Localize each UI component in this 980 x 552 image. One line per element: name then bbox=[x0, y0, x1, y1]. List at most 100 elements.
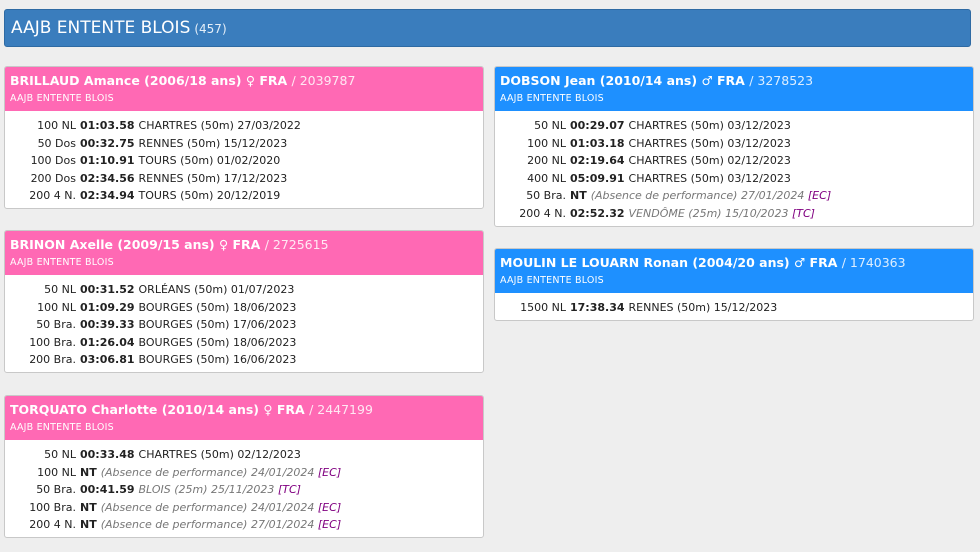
place-date: RENNES (50m) 17/12/2023 bbox=[138, 171, 288, 185]
place-date: CHARTRES (50m) 03/12/2023 bbox=[628, 171, 791, 185]
swimmer-card-header[interactable]: TORQUATO Charlotte (2010/14 ans) ♀ FRA /… bbox=[5, 396, 483, 440]
performance-row: 400 NL 05:09.91 CHARTRES (50m) 03/12/2023 bbox=[495, 170, 973, 188]
event-label: 200 4 N. bbox=[29, 518, 76, 531]
swimmer-count: (457) bbox=[194, 22, 227, 36]
status-tag[interactable]: [TC] bbox=[278, 483, 301, 496]
time-value: 01:03.58 bbox=[80, 119, 135, 132]
event-label: 400 NL bbox=[527, 171, 566, 185]
performance-row: 50 Bra. 00:41.59 BLOIS (25m) 25/11/2023 [T… bbox=[5, 481, 483, 499]
swimmer-card-header[interactable]: BRILLAUD Amance (2006/18 ans) ♀ FRA / 20… bbox=[5, 67, 483, 111]
swimmer-name: BRINON Axelle (2009/15 ans) ♀ FRA bbox=[10, 237, 261, 252]
time-value: 01:10.91 bbox=[80, 154, 135, 167]
performance-list: 50 NL 00:33.48 CHARTRES (50m) 02/12/2023 1… bbox=[5, 440, 483, 534]
performance-row: 200 Bra. 03:06.81 BOURGES (50m) 16/06/2023 bbox=[5, 351, 483, 369]
swimmer-name: DOBSON Jean (2010/14 ans) ♂ FRA bbox=[500, 73, 745, 88]
status-tag[interactable]: [EC] bbox=[318, 518, 341, 531]
event-label: 50 Bra. bbox=[36, 318, 76, 331]
time-value: 01:09.29 bbox=[80, 300, 135, 314]
time-value: NT bbox=[570, 189, 587, 202]
place-date: TOURS (50m) 01/02/2020 bbox=[138, 154, 281, 167]
swimmer-card-header[interactable]: DOBSON Jean (2010/14 ans) ♂ FRA / 327852… bbox=[495, 67, 973, 111]
place-date: CHARTRES (50m) 02/12/2023 bbox=[628, 154, 791, 167]
time-value: NT bbox=[80, 500, 97, 514]
performance-list: 50 NL 00:31.52 ORLÉANS (50m) 01/07/2023 10… bbox=[5, 275, 483, 369]
event-label: 50 NL bbox=[44, 448, 76, 461]
status-tag[interactable]: [TC] bbox=[792, 207, 815, 220]
swimmer-card-header[interactable]: MOULIN LE LOUARN Ronan (2004/20 ans) ♂ F… bbox=[495, 249, 973, 293]
swimmer-club: AAJB ENTENTE BLOIS bbox=[10, 93, 114, 104]
event-label: 200 4 N. bbox=[519, 206, 566, 220]
club-title: AAJB ENTENTE BLOIS (457) bbox=[11, 18, 227, 38]
swimmer-card: BRINON Axelle (2009/15 ans) ♀ FRA / 2725… bbox=[4, 230, 484, 373]
swimmer-license: / 1740363 bbox=[841, 255, 906, 270]
time-value: 01:03.18 bbox=[570, 136, 625, 150]
place-date: (Absence de performance) 24/01/2024 bbox=[100, 465, 315, 479]
event-label: 1500 NL bbox=[520, 301, 566, 314]
time-value: 02:52.32 bbox=[570, 206, 625, 220]
performance-row: 100 Dos 01:10.91 TOURS (50m) 01/02/2020 bbox=[5, 152, 483, 170]
swimmer-club: AAJB ENTENTE BLOIS bbox=[10, 422, 114, 433]
time-value: 03:06.81 bbox=[80, 353, 135, 366]
place-date: CHARTRES (50m) 03/12/2023 bbox=[628, 136, 791, 150]
event-label: 100 NL bbox=[37, 300, 76, 314]
performance-row: 50 Bra. NT (Absence de performance) 27/01/… bbox=[495, 187, 973, 205]
time-value: 00:39.33 bbox=[80, 318, 135, 331]
place-date: BOURGES (50m) 18/06/2023 bbox=[138, 335, 297, 349]
swimmer-license: / 3278523 bbox=[749, 73, 814, 88]
performance-row: 50 NL 00:33.48 CHARTRES (50m) 02/12/2023 bbox=[5, 446, 483, 464]
performance-row: 200 4 N. 02:34.94 TOURS (50m) 20/12/2019 bbox=[5, 187, 483, 205]
event-label: 50 Dos bbox=[37, 136, 76, 150]
event-label: 100 Bra. bbox=[29, 335, 76, 349]
swimmer-club: AAJB ENTENTE BLOIS bbox=[10, 257, 114, 268]
event-label: 100 Dos bbox=[30, 154, 76, 167]
swimmer-title: DOBSON Jean (2010/14 ans) ♂ FRA / 327852… bbox=[500, 73, 813, 88]
performance-row: 200 NL 02:19.64 CHARTRES (50m) 02/12/2023 bbox=[495, 152, 973, 170]
performance-row: 200 4 N. NT (Absence de performance) 27/01… bbox=[5, 516, 483, 534]
performance-list: 100 NL 01:03.58 CHARTRES (50m) 27/03/2022 … bbox=[5, 111, 483, 205]
place-date: VENDÔME (25m) 15/10/2023 bbox=[628, 206, 789, 220]
swimmer-name: BRILLAUD Amance (2006/18 ans) ♀ FRA bbox=[10, 73, 288, 88]
time-value: 00:33.48 bbox=[80, 448, 135, 461]
performance-row: 100 NL 01:09.29 BOURGES (50m) 18/06/2023 bbox=[5, 299, 483, 317]
event-label: 100 NL bbox=[37, 119, 76, 132]
performance-row: 100 Bra. NT (Absence de performance) 24/01… bbox=[5, 499, 483, 517]
event-label: 100 NL bbox=[37, 465, 76, 479]
swimmer-license: / 2039787 bbox=[291, 73, 356, 88]
event-label: 200 Dos bbox=[30, 171, 76, 185]
event-label: 200 NL bbox=[527, 154, 566, 167]
swimmer-name: MOULIN LE LOUARN Ronan (2004/20 ans) ♂ F… bbox=[500, 255, 838, 270]
club-name: AAJB ENTENTE BLOIS bbox=[11, 18, 191, 38]
event-label: 50 NL bbox=[44, 283, 76, 296]
performance-row: 200 Dos 02:34.56 RENNES (50m) 17/12/2023 bbox=[5, 170, 483, 188]
performance-list: 1500 NL 17:38.34 RENNES (50m) 15/12/2023 bbox=[495, 293, 973, 317]
place-date: BOURGES (50m) 16/06/2023 bbox=[138, 353, 297, 366]
time-value: NT bbox=[80, 518, 97, 531]
swimmer-card: DOBSON Jean (2010/14 ans) ♂ FRA / 327852… bbox=[494, 66, 974, 227]
status-tag[interactable]: [EC] bbox=[318, 501, 341, 514]
swimmer-card-header[interactable]: BRINON Axelle (2009/15 ans) ♀ FRA / 2725… bbox=[5, 231, 483, 275]
place-date: ORLÉANS (50m) 01/07/2023 bbox=[138, 283, 295, 296]
club-header: AAJB ENTENTE BLOIS (457) bbox=[4, 9, 971, 47]
event-label: 50 Bra. bbox=[36, 483, 76, 496]
swimmer-title: BRINON Axelle (2009/15 ans) ♀ FRA / 2725… bbox=[10, 237, 329, 252]
performance-row: 50 Dos 00:32.75 RENNES (50m) 15/12/2023 bbox=[5, 135, 483, 153]
status-tag[interactable]: [EC] bbox=[808, 189, 831, 202]
place-date: (Absence de performance) 27/01/2024 bbox=[100, 518, 315, 531]
place-date: CHARTRES (50m) 03/12/2023 bbox=[628, 119, 791, 132]
performance-row: 1500 NL 17:38.34 RENNES (50m) 15/12/2023 bbox=[495, 299, 973, 317]
place-date: CHARTRES (50m) 02/12/2023 bbox=[138, 448, 301, 461]
swimmer-card: MOULIN LE LOUARN Ronan (2004/20 ans) ♂ F… bbox=[494, 248, 974, 321]
performance-row: 50 Bra. 00:39.33 BOURGES (50m) 17/06/2023 bbox=[5, 316, 483, 334]
performance-row: 200 4 N. 02:52.32 VENDÔME (25m) 15/10/2023… bbox=[495, 205, 973, 223]
time-value: 00:29.07 bbox=[570, 119, 625, 132]
place-date: BOURGES (50m) 17/06/2023 bbox=[138, 318, 297, 331]
time-value: 00:31.52 bbox=[80, 283, 135, 296]
performance-row: 100 NL 01:03.18 CHARTRES (50m) 03/12/2023 bbox=[495, 135, 973, 153]
performance-row: 100 Bra. 01:26.04 BOURGES (50m) 18/06/2023 bbox=[5, 334, 483, 352]
status-tag[interactable]: [EC] bbox=[318, 466, 341, 479]
swimmer-club: AAJB ENTENTE BLOIS bbox=[500, 275, 604, 286]
time-value: 02:19.64 bbox=[570, 154, 625, 167]
event-label: 100 Bra. bbox=[29, 500, 76, 514]
place-date: CHARTRES (50m) 27/03/2022 bbox=[138, 119, 301, 132]
time-value: 17:38.34 bbox=[570, 301, 625, 314]
